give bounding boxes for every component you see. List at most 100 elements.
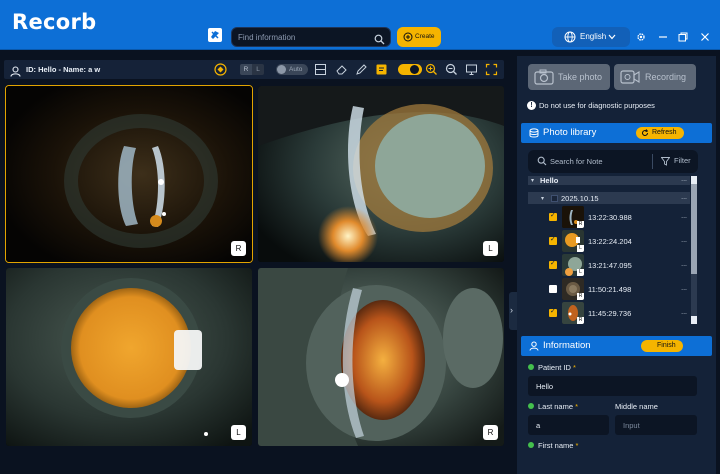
caret-down-icon: ▾ [531,178,535,184]
checkmark-icon: ✓ [550,260,556,267]
checkmark-icon: ✓ [550,236,556,243]
global-search [231,27,391,47]
photo-checkbox[interactable]: ✓ [549,212,557,221]
list-item[interactable]: ✓ R 11:45:29.736 ... [528,301,690,324]
pencil-icon[interactable] [355,63,368,76]
close-icon [701,33,709,41]
eye-left-button[interactable]: L [252,64,264,75]
information-header[interactable]: Information Finish [521,336,712,356]
restore-icon [678,32,688,42]
app-switch-icon[interactable] [207,27,223,43]
scroll-down-arrow[interactable] [691,316,697,324]
recording-label: Recording [645,72,687,82]
globe-icon [564,31,576,43]
scroll-up-arrow[interactable] [691,176,697,184]
patient-node[interactable]: ▾ Hello ... [528,176,690,185]
note-icon[interactable] [375,63,388,76]
eye-label: R [231,241,246,256]
eye-label: R [483,425,498,440]
filter-label[interactable]: Filter [674,156,691,165]
photo-checkbox[interactable]: ✓ [549,260,557,269]
create-icon [403,32,413,42]
eye-label: L [483,241,498,256]
maximize-button[interactable] [673,27,693,47]
filter-icon[interactable] [661,157,670,166]
middle-name-label-text: Middle name [615,402,658,411]
photo-thumbnail: L [562,230,584,252]
app-logo: Recorb [12,10,97,34]
close-button[interactable] [695,27,715,47]
video-camera-icon [620,70,640,84]
more-icon[interactable]: ... [681,176,687,183]
patient-id-input[interactable] [528,376,697,396]
person-icon [529,341,539,351]
image-panel-2[interactable]: L [258,86,504,262]
date-checkbox[interactable] [551,195,558,202]
minimize-button[interactable] [653,27,673,47]
overlay-toggle[interactable] [398,64,422,75]
image-panel-1[interactable]: R [5,85,253,263]
patient-node-label: Hello [540,176,559,185]
list-item[interactable]: ✓ L 13:21:47.095 ... [528,253,690,277]
create-button[interactable]: Create [397,27,441,47]
photo-time: 13:22:24.204 [588,237,632,246]
last-name-label-text: Last name [538,402,574,411]
status-dot [528,403,534,409]
photo-library-header[interactable]: Photo library Refresh [521,123,712,143]
search-icon[interactable] [374,32,385,45]
panel-collapse-tab[interactable]: › [509,292,517,330]
photo-checkbox[interactable]: ✓ [549,236,557,245]
eye-right-button[interactable]: R [240,64,252,75]
photo-time: 11:50:21.498 [588,285,632,294]
more-icon[interactable]: ... [681,237,687,244]
finish-button[interactable]: Finish [641,340,683,352]
photo-checkbox[interactable] [549,285,557,293]
search-divider [652,154,653,169]
image-panel-3[interactable]: L [6,268,252,446]
fullscreen-icon[interactable] [485,63,498,76]
list-item[interactable]: R 11:50:21.498 ... [528,277,690,301]
image-panel-4[interactable]: R [258,268,504,446]
photo-tree-scrollbar[interactable] [691,176,697,324]
library-search: Filter [528,150,698,173]
scroll-thumb[interactable] [691,184,697,274]
list-item[interactable]: ✓ R 13:22:30.988 ... [528,205,690,229]
take-photo-button[interactable]: Take photo [528,64,610,90]
photo-time: 11:45:29.736 [588,309,632,318]
date-node[interactable]: ▾ 2025.10.15 ... [528,192,690,204]
compare-icon[interactable] [314,63,327,76]
middle-name-input[interactable] [615,415,697,435]
monitor-icon[interactable] [465,63,478,76]
refresh-icon [642,129,649,136]
eye-label: L [231,425,246,440]
zoom-in-icon[interactable] [425,63,438,76]
library-search-input[interactable] [550,156,640,167]
photo-checkbox[interactable]: ✓ [549,308,557,317]
settings-button[interactable] [631,27,651,47]
auto-switch[interactable]: Auto [276,64,308,75]
slit-lamp-photo-1 [6,86,252,262]
recording-button[interactable]: Recording [614,64,696,90]
photo-library-title: Photo library [543,127,597,138]
global-search-input[interactable] [238,31,368,44]
take-photo-label: Take photo [558,72,603,82]
more-icon[interactable]: ... [681,213,687,220]
minimize-icon [659,36,667,38]
status-dot [528,364,534,370]
person-icon [10,64,21,82]
top-bar: Recorb Create English [0,0,720,50]
eraser-icon[interactable] [335,63,348,76]
language-selector[interactable]: English [552,27,630,47]
thumbnail-eye-label: L [577,245,584,252]
list-item[interactable]: ✓ L 13:22:24.204 ... [528,229,690,253]
last-name-input[interactable] [528,415,609,435]
more-icon[interactable]: ... [681,194,687,201]
more-icon[interactable]: ... [681,309,687,316]
eye-marker-icon[interactable] [214,63,227,76]
refresh-button[interactable]: Refresh [636,127,684,139]
create-label: Create [415,33,435,40]
zoom-out-icon[interactable] [445,63,458,76]
more-icon[interactable]: ... [681,261,687,268]
patient-label: ID: Hello - Name: a w [26,65,101,74]
more-icon[interactable]: ... [681,285,687,292]
